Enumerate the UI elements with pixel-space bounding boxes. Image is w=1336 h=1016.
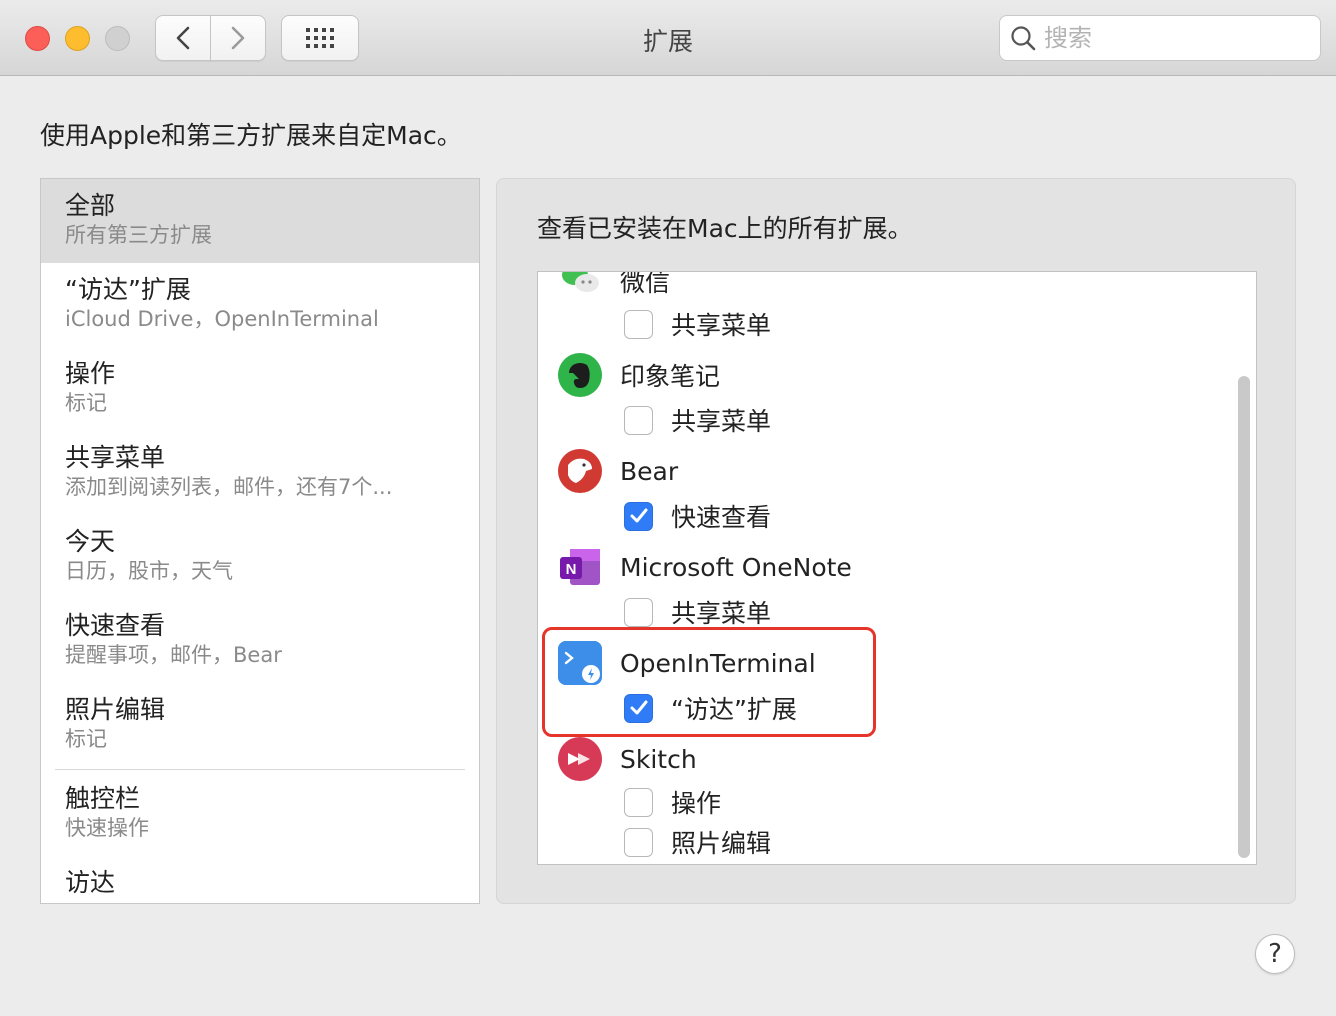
category-subtitle: 添加到阅读列表，邮件，还有7个... — [65, 475, 393, 499]
bear-icon — [558, 449, 602, 493]
extension-row[interactable]: 共享菜单 — [624, 400, 771, 440]
app-row-bear: Bear — [558, 446, 678, 496]
extension-row[interactable]: 快速查看 — [624, 496, 771, 536]
extension-label: 操作 — [671, 789, 722, 818]
category-touch-bar[interactable]: 触控栏 快速操作 — [41, 772, 479, 856]
skitch-icon — [558, 737, 602, 781]
extension-category-list: 全部 所有第三方扩展 “访达”扩展 iCloud Drive，OpenInTer… — [40, 178, 480, 904]
extension-label: 共享菜单 — [671, 311, 772, 340]
extension-row[interactable]: 共享菜单 — [624, 304, 771, 344]
category-title: 触控栏 — [65, 784, 141, 813]
extensions-list[interactable]: 微信 共享菜单 印象笔记 共享菜单 Bear 快速查看 N Microsoft … — [537, 271, 1257, 865]
extension-label: 共享菜单 — [671, 599, 772, 628]
help-button[interactable]: ? — [1255, 934, 1295, 974]
category-subtitle: 标记 — [65, 727, 107, 751]
category-title: 访达 — [65, 868, 116, 897]
category-all[interactable]: 全部 所有第三方扩展 — [41, 179, 479, 263]
category-quick-look[interactable]: 快速查看 提醒事项，邮件，Bear — [41, 599, 479, 683]
category-title: 共享菜单 — [65, 443, 166, 472]
category-title: 操作 — [65, 359, 116, 388]
list-divider — [55, 769, 465, 770]
evernote-icon — [558, 353, 602, 397]
extension-label: 共享菜单 — [671, 407, 772, 436]
category-title: 全部 — [65, 191, 116, 220]
app-name: 印象笔记 — [620, 362, 721, 391]
app-row-evernote: 印象笔记 — [558, 350, 720, 400]
checkbox[interactable] — [624, 597, 653, 627]
panel-description: 查看已安装在Mac上的所有扩展。 — [537, 214, 913, 243]
category-subtitle: 标记 — [65, 391, 107, 415]
extension-label: 照片编辑 — [671, 829, 772, 858]
svg-text:N: N — [566, 561, 577, 578]
search-icon — [1011, 26, 1036, 51]
scrollbar-thumb[interactable] — [1238, 376, 1250, 858]
highlight-box — [542, 627, 876, 737]
search-field[interactable] — [999, 15, 1321, 61]
checkbox-checked[interactable] — [624, 501, 653, 531]
category-today[interactable]: 今天 日历，股市，天气 — [41, 515, 479, 599]
category-subtitle: 快速操作 — [65, 816, 149, 840]
category-subtitle: iCloud Drive，OpenInTerminal — [65, 307, 379, 331]
app-name: Bear — [620, 456, 679, 486]
app-row-wechat: 微信 — [558, 271, 671, 306]
checkmark-icon — [630, 508, 647, 523]
category-photos-editing[interactable]: 照片编辑 标记 — [41, 683, 479, 767]
app-row-onenote: N Microsoft OneNote — [558, 542, 852, 592]
app-row-skitch: Skitch — [558, 734, 697, 784]
category-subtitle: 日历，股市，天气 — [65, 559, 233, 583]
category-subtitle: 所有第三方扩展 — [65, 223, 212, 247]
category-title: 快速查看 — [65, 611, 166, 640]
category-actions[interactable]: 操作 标记 — [41, 347, 479, 431]
category-share-menu[interactable]: 共享菜单 添加到阅读列表，邮件，还有7个... — [41, 431, 479, 515]
checkbox[interactable] — [624, 827, 653, 857]
app-name: 微信 — [620, 271, 671, 297]
category-subtitle: 提醒事项，邮件，Bear — [65, 643, 282, 667]
checkbox[interactable] — [624, 405, 653, 435]
checkbox[interactable] — [624, 309, 653, 339]
app-name: Skitch — [620, 744, 697, 774]
extension-row[interactable]: 共享菜单 — [624, 592, 771, 632]
extension-row[interactable]: 照片编辑 — [624, 822, 771, 862]
category-finder-extensions[interactable]: “访达”扩展 iCloud Drive，OpenInTerminal — [41, 263, 479, 347]
intro-text: 使用Apple和第三方扩展来自定Mac。 — [40, 121, 462, 150]
extensions-panel: 查看已安装在Mac上的所有扩展。 微信 共享菜单 印象笔记 共享菜单 Bear … — [496, 178, 1296, 904]
category-title: “访达”扩展 — [65, 275, 191, 304]
extension-row[interactable]: 操作 — [624, 782, 721, 822]
wechat-icon — [558, 272, 602, 303]
app-name: Microsoft OneNote — [620, 552, 852, 582]
category-title: 今天 — [65, 527, 116, 556]
checkbox[interactable] — [624, 787, 653, 817]
search-input[interactable] — [1044, 24, 1304, 52]
toolbar: 扩展 — [0, 0, 1336, 76]
extension-label: 快速查看 — [671, 503, 772, 532]
category-finder[interactable]: 访达 — [41, 856, 479, 903]
onenote-icon: N — [558, 545, 602, 589]
category-title: 照片编辑 — [65, 695, 166, 724]
